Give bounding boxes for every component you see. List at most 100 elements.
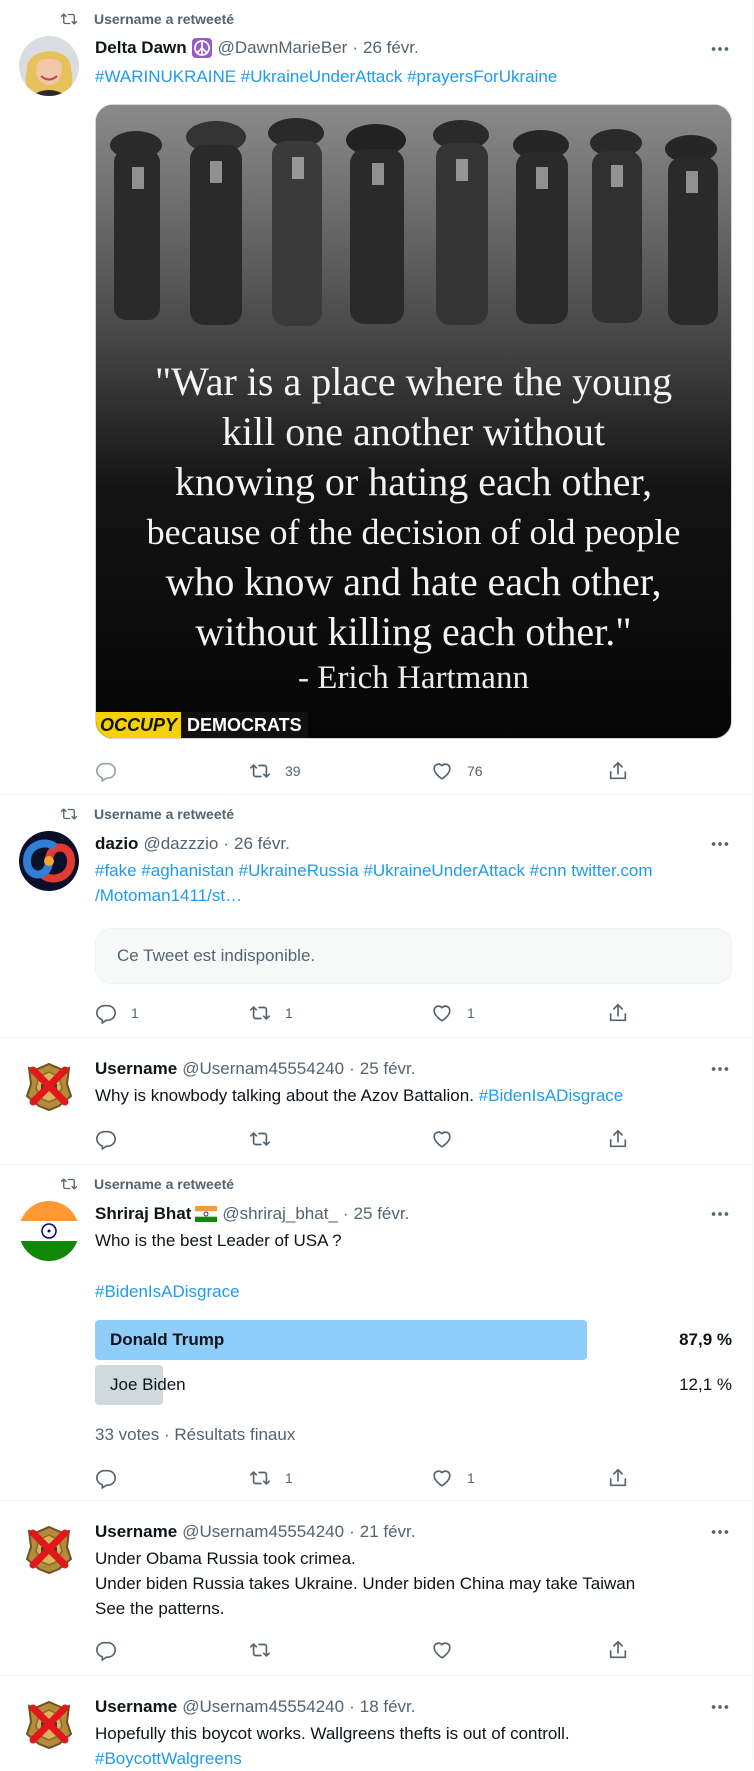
retweet-count: 39 (285, 763, 301, 779)
tweet-header: Shriraj Bhat @shriraj_bhat_ · 25 févr. (95, 1202, 732, 1226)
separator-dot: · (342, 1204, 349, 1223)
display-name[interactable]: dazio (95, 834, 138, 854)
user-handle[interactable]: @shriraj_bhat_ (222, 1204, 338, 1224)
tweet-text-line[interactable]: /Motoman1411/st… (95, 883, 730, 908)
reply-icon (95, 1002, 117, 1024)
heart-icon (431, 1128, 453, 1150)
display-name[interactable]: Username (95, 1697, 177, 1717)
avatar[interactable] (19, 1056, 79, 1116)
tweet-username-walgreens[interactable]: Username @Usernam45554240 · 18 févr. Hop… (0, 1676, 752, 1768)
retweet-count: 1 (285, 1470, 293, 1486)
more-options-button[interactable] (708, 1695, 732, 1719)
hashtag-link[interactable]: #BidenIsADisgrace (95, 1279, 730, 1304)
share-button[interactable] (607, 1637, 629, 1663)
tweet-text-line[interactable]: #fake #aghanistan #UkraineRussia #Ukrain… (95, 858, 730, 883)
tweet-date[interactable]: 21 févr. (360, 1522, 416, 1542)
retweet-button[interactable]: 39 (249, 758, 301, 784)
tweet-text: #fake #aghanistan #UkraineRussia #Ukrain… (95, 858, 730, 908)
avatar[interactable] (19, 1519, 79, 1579)
like-button[interactable] (431, 1637, 453, 1663)
separator-dot: · (223, 834, 230, 853)
avatar[interactable] (19, 831, 79, 891)
reply-icon (95, 1467, 117, 1489)
retweet-button[interactable]: 1 (249, 1465, 293, 1491)
tweet-delta-dawn[interactable]: Username a retweeté Delta Dawn @DawnMari… (0, 0, 752, 795)
tweet-date[interactable]: 25 févr. (360, 1059, 416, 1079)
reply-button[interactable] (95, 1126, 117, 1152)
more-icon (709, 1058, 731, 1080)
retweet-button[interactable] (249, 1126, 271, 1152)
reply-button[interactable] (95, 1465, 117, 1491)
user-handle[interactable]: @Usernam45554240 (182, 1059, 344, 1079)
display-name[interactable]: Username (95, 1522, 177, 1542)
share-icon (607, 1639, 629, 1661)
avatar[interactable] (19, 1694, 79, 1754)
tweet-image[interactable]: "War is a place where the young kill one… (95, 104, 732, 739)
like-count: 76 (467, 763, 483, 779)
tweet-username-azov[interactable]: Username @Usernam45554240 · 25 févr. Why… (0, 1038, 752, 1165)
more-options-button[interactable] (708, 37, 732, 61)
tweet-dazio[interactable]: Username a retweeté dazio @dazzzio · 26 … (0, 795, 752, 1038)
retweet-button[interactable]: 1 (249, 1000, 293, 1026)
tweet-username-crimea[interactable]: Username @Usernam45554240 · 21 févr. Und… (0, 1501, 752, 1676)
poll-option-label: Joe Biden (110, 1375, 186, 1394)
tweet-date[interactable]: 25 févr. (354, 1204, 410, 1224)
tweet-text-body: Hopefully this boycot works. Wallgreens … (95, 1724, 570, 1743)
tweet-text-body: Why is knowbody talking about the Azov B… (95, 1086, 474, 1105)
retweeted-by-label: Username a retweeté (94, 1176, 235, 1192)
reply-count: 1 (131, 1005, 139, 1021)
tweet-actions: 1 1 (95, 1465, 655, 1491)
hashtag-link[interactable]: #BidenIsADisgrace (479, 1086, 624, 1105)
user-handle[interactable]: @Usernam45554240 (182, 1697, 344, 1717)
share-button[interactable] (607, 1465, 629, 1491)
display-name[interactable]: Shriraj Bhat (95, 1204, 191, 1224)
more-options-button[interactable] (708, 1202, 732, 1226)
like-button[interactable]: 76 (431, 758, 483, 784)
avatar[interactable] (19, 1201, 79, 1261)
quote-text: "War is a place where the young kill one… (96, 357, 731, 657)
reply-button[interactable] (95, 758, 117, 784)
user-handle[interactable]: @Usernam45554240 (182, 1522, 344, 1542)
like-button[interactable] (431, 1126, 453, 1152)
tweet-date[interactable]: 26 févr. (234, 834, 290, 854)
share-button[interactable] (607, 1000, 629, 1026)
like-button[interactable]: 1 (431, 1465, 475, 1491)
retweet-icon (58, 1175, 80, 1193)
tweet-header: Username @Usernam45554240 · 18 févr. (95, 1695, 732, 1719)
quote-line: without killing each other." (195, 609, 632, 654)
retweet-icon (58, 10, 80, 28)
unavailable-quote-card[interactable]: Ce Tweet est indisponible. (95, 928, 732, 984)
like-button[interactable]: 1 (431, 1000, 475, 1026)
tweet-hashtags[interactable]: #WARINUKRAINE #UkraineUnderAttack #praye… (95, 64, 730, 89)
tweet-text: Who is the best Leader of USA ? (95, 1231, 342, 1250)
reply-icon (95, 760, 117, 782)
avatar[interactable] (19, 36, 79, 96)
poll-meta: 33 votes · Résultats finaux (95, 1425, 295, 1445)
heart-icon (431, 1639, 453, 1661)
retweet-button[interactable] (249, 1637, 271, 1663)
peace-icon (191, 37, 213, 59)
more-options-button[interactable] (708, 832, 732, 856)
more-options-button[interactable] (708, 1520, 732, 1544)
tweet-date[interactable]: 18 févr. (360, 1697, 416, 1717)
retweet-icon (58, 805, 80, 823)
share-icon (607, 760, 629, 782)
display-name[interactable]: Username (95, 1059, 177, 1079)
display-name[interactable]: Delta Dawn (95, 38, 187, 58)
tweet-text: Why is knowbody talking about the Azov B… (95, 1083, 730, 1108)
separator-dot: · (349, 1059, 355, 1078)
tweet-text: Under Obama Russia took crimea. Under bi… (95, 1546, 730, 1621)
more-options-button[interactable] (708, 1057, 732, 1081)
user-handle[interactable]: @dazzzio (143, 834, 218, 854)
avatar-image (19, 36, 79, 96)
retweet-icon (249, 1128, 271, 1150)
india-flag-icon (195, 1206, 218, 1222)
share-button[interactable] (607, 1126, 629, 1152)
reply-button[interactable]: 1 (95, 1000, 139, 1026)
tweet-shriraj-poll[interactable]: Username a retweeté Shriraj Bhat @shrira… (0, 1165, 752, 1501)
user-handle[interactable]: @DawnMarieBer (218, 38, 348, 58)
tweet-date[interactable]: 26 févr. (363, 38, 419, 58)
reply-button[interactable] (95, 1637, 117, 1663)
share-button[interactable] (607, 758, 629, 784)
quote-line: kill one another without (221, 409, 606, 454)
